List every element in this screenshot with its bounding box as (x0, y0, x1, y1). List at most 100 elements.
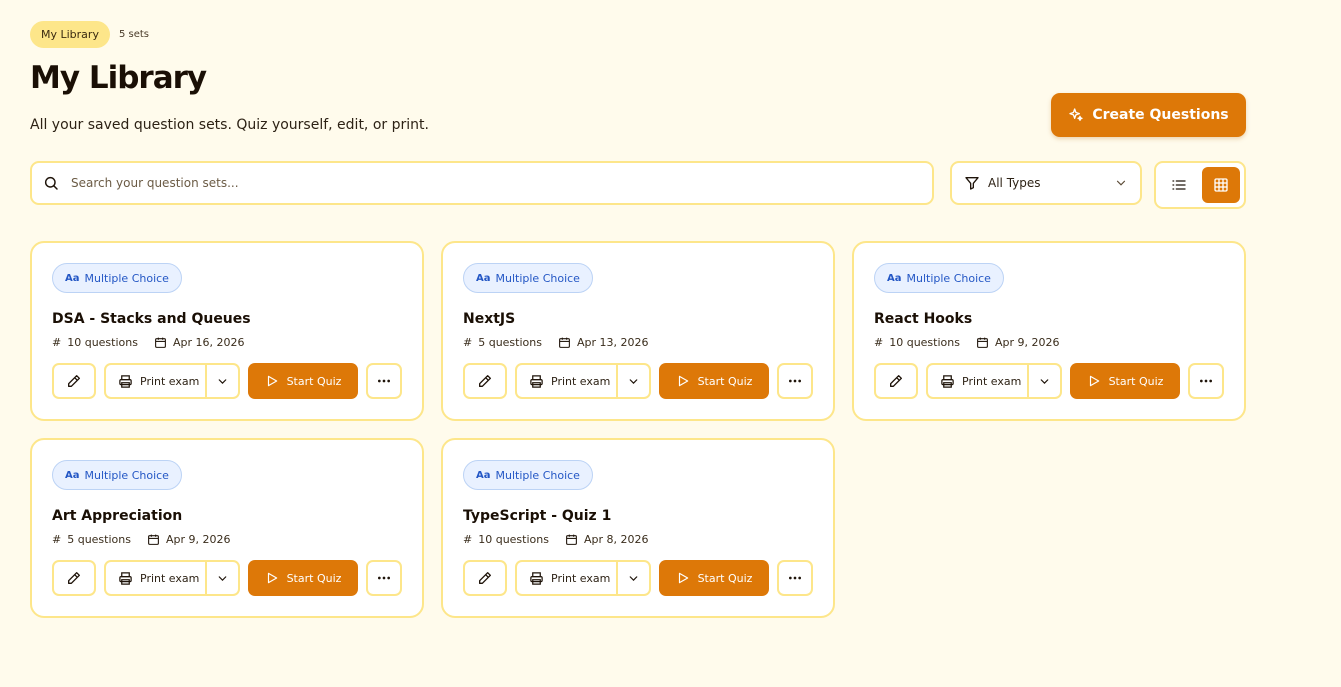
printer-icon (530, 374, 543, 388)
question-set-card: Aa Multiple Choice TypeScript - Quiz 1 #1… (441, 438, 835, 618)
ellipsis-icon (1200, 379, 1212, 383)
print-exam-split-button: Print exam (926, 363, 1062, 399)
more-options-button[interactable] (366, 560, 402, 596)
hash-icon: # (463, 533, 473, 546)
card-title[interactable]: NextJS (463, 311, 813, 327)
print-options-dropdown[interactable] (616, 365, 649, 397)
more-options-button[interactable] (777, 560, 813, 596)
chevron-down-icon (629, 575, 638, 581)
chevron-down-icon (1040, 378, 1049, 384)
question-count: 5 questions (67, 533, 131, 546)
calendar-icon (148, 534, 159, 545)
card-meta: #10 questions Apr 9, 2026 (874, 336, 1224, 349)
start-quiz-button[interactable]: Start Quiz (659, 363, 769, 399)
start-quiz-button[interactable]: Start Quiz (1070, 363, 1180, 399)
type-tag: Aa Multiple Choice (874, 263, 1004, 293)
start-quiz-label: Start Quiz (286, 374, 342, 388)
print-options-dropdown[interactable] (205, 365, 238, 397)
play-icon (678, 375, 688, 387)
print-options-dropdown[interactable] (616, 562, 649, 594)
hash-icon: # (52, 533, 62, 546)
print-exam-button[interactable]: Print exam (106, 365, 205, 397)
printer-icon (119, 374, 132, 388)
question-set-card: Aa Multiple Choice React Hooks #10 questi… (852, 241, 1246, 421)
list-icon (1172, 180, 1186, 190)
question-set-grid: Aa Multiple Choice DSA - Stacks and Queue… (30, 241, 1246, 618)
breadcrumb: My Library 5 sets (30, 21, 1246, 48)
print-exam-button[interactable]: Print exam (517, 562, 616, 594)
edit-button[interactable] (874, 363, 918, 399)
print-options-dropdown[interactable] (1027, 365, 1060, 397)
print-exam-split-button: Print exam (515, 363, 651, 399)
type-tag-label: Multiple Choice (84, 271, 169, 285)
page-subtitle: All your saved question sets. Quiz yours… (30, 117, 429, 133)
hash-icon: # (463, 336, 473, 349)
play-icon (267, 572, 277, 584)
text-type-icon: Aa (65, 469, 80, 481)
more-options-button[interactable] (777, 363, 813, 399)
printer-icon (941, 374, 954, 388)
card-meta: #10 questions Apr 8, 2026 (463, 533, 813, 546)
sparkle-icon (1069, 108, 1084, 121)
created-date: Apr 16, 2026 (172, 336, 245, 349)
question-count: 10 questions (889, 336, 960, 349)
card-meta: #10 questions Apr 16, 2026 (52, 336, 402, 349)
chevron-down-icon (218, 575, 227, 581)
question-count: 10 questions (478, 533, 549, 546)
create-questions-button[interactable]: Create Questions (1051, 93, 1246, 137)
start-quiz-button[interactable]: Start Quiz (659, 560, 769, 596)
card-meta: #5 questions Apr 13, 2026 (463, 336, 813, 349)
type-tag: Aa Multiple Choice (463, 460, 593, 490)
breadcrumb-pill[interactable]: My Library (30, 21, 110, 48)
calendar-icon (566, 534, 577, 545)
card-title[interactable]: React Hooks (874, 311, 1224, 327)
grid-view-button[interactable] (1202, 167, 1240, 203)
library-page: My Library 5 sets My Library All your sa… (30, 21, 1246, 618)
card-actions: Print exam Start Quiz (463, 363, 813, 399)
calendar-icon (155, 337, 166, 348)
edit-button[interactable] (463, 560, 507, 596)
start-quiz-label: Start Quiz (286, 571, 342, 585)
print-exam-label: Print exam (140, 571, 200, 585)
question-count: 10 questions (67, 336, 138, 349)
type-tag-label: Multiple Choice (84, 468, 169, 482)
search-input[interactable] (71, 176, 871, 190)
filter-icon (965, 177, 979, 190)
more-options-button[interactable] (366, 363, 402, 399)
view-toggle (1154, 161, 1246, 209)
type-tag-label: Multiple Choice (495, 468, 580, 482)
print-exam-button[interactable]: Print exam (517, 365, 616, 397)
more-options-button[interactable] (1188, 363, 1224, 399)
print-exam-split-button: Print exam (515, 560, 651, 596)
play-icon (678, 572, 688, 584)
page-title: My Library (30, 60, 207, 96)
card-actions: Print exam Start Quiz (52, 560, 402, 596)
card-title[interactable]: DSA - Stacks and Queues (52, 311, 402, 327)
start-quiz-button[interactable]: Start Quiz (248, 363, 358, 399)
play-icon (1089, 375, 1099, 387)
created-date: Apr 9, 2026 (994, 336, 1060, 349)
type-filter-select[interactable]: All Types (950, 161, 1142, 205)
start-quiz-button[interactable]: Start Quiz (248, 560, 358, 596)
hash-icon: # (874, 336, 884, 349)
type-tag: Aa Multiple Choice (52, 263, 182, 293)
question-set-card: Aa Multiple Choice Art Appreciation #5 qu… (30, 438, 424, 618)
card-meta: #5 questions Apr 9, 2026 (52, 533, 402, 546)
edit-button[interactable] (463, 363, 507, 399)
print-exam-label: Print exam (962, 374, 1022, 388)
card-title[interactable]: Art Appreciation (52, 508, 402, 524)
created-date: Apr 13, 2026 (576, 336, 649, 349)
play-icon (267, 375, 277, 387)
start-quiz-label: Start Quiz (697, 571, 753, 585)
print-exam-button[interactable]: Print exam (928, 365, 1027, 397)
list-view-button[interactable] (1160, 167, 1198, 203)
set-count: 5 sets (118, 29, 150, 40)
ellipsis-icon (378, 576, 390, 580)
start-quiz-label: Start Quiz (1108, 374, 1164, 388)
print-options-dropdown[interactable] (205, 562, 238, 594)
edit-button[interactable] (52, 560, 96, 596)
print-exam-button[interactable]: Print exam (106, 562, 205, 594)
ellipsis-icon (789, 576, 801, 580)
card-title[interactable]: TypeScript - Quiz 1 (463, 508, 813, 524)
edit-button[interactable] (52, 363, 96, 399)
